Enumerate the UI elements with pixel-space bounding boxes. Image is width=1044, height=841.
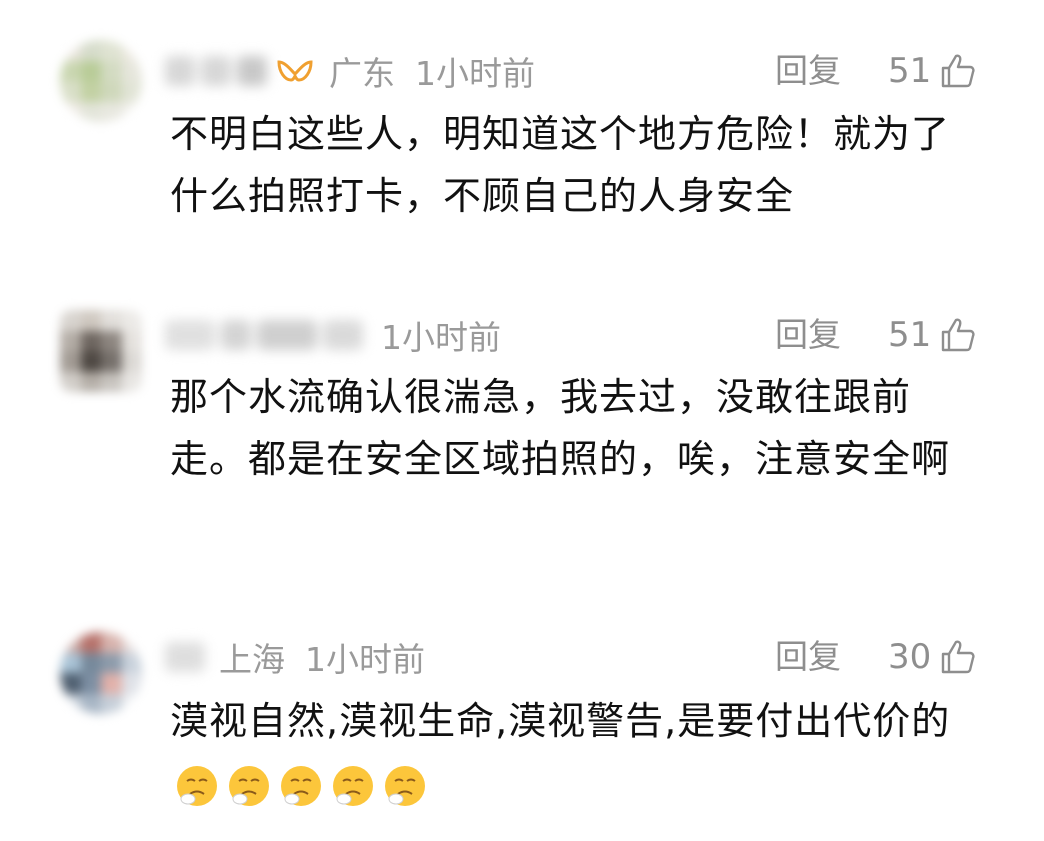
comment-location: 上海	[219, 640, 285, 679]
comment-meta: 1小时前	[165, 310, 501, 360]
comment-meta: 广东 1小时前	[165, 46, 535, 96]
thumbs-up-icon	[942, 54, 975, 88]
comment-text: 那个水流确认很湍急，我去过，没敢往跟前走。都是在安全区域拍照的，唉，注意安全啊	[170, 375, 951, 481]
sick-face-emoji-icon	[177, 765, 217, 806]
avatar[interactable]	[60, 40, 142, 122]
like-count: 30	[888, 637, 932, 677]
comment-time: 1小时前	[381, 318, 501, 357]
sick-face-emoji-icon	[385, 765, 425, 806]
comment-text: 漠视自然,漠视生命,漠视警告,是要付出代价的	[170, 690, 970, 814]
sick-face-emoji-icon	[333, 765, 373, 806]
like-count: 51	[888, 315, 932, 355]
comment-location: 广东	[329, 54, 395, 93]
sick-face-emoji-icon	[281, 765, 321, 806]
emoji-row	[174, 763, 428, 809]
comment-text-content: 漠视自然,漠视生命,漠视警告,是要付出代价的	[170, 699, 951, 743]
like-button[interactable]: 30	[888, 632, 977, 682]
reply-button[interactable]: 回复	[775, 310, 841, 360]
like-button[interactable]: 51	[888, 46, 977, 96]
avatar[interactable]	[60, 310, 142, 392]
comment-text: 不明白这些人，明知道这个地方危险！就为了什么拍照打卡，不顾自己的人身安全	[170, 112, 951, 218]
username-blurred[interactable]	[165, 56, 267, 86]
comment-time: 1小时前	[415, 54, 535, 93]
like-button[interactable]: 51	[888, 310, 977, 360]
comment-time: 1小时前	[305, 640, 425, 679]
avatar[interactable]	[60, 632, 142, 714]
sick-face-emoji-icon	[229, 765, 269, 806]
reply-button[interactable]: 回复	[775, 632, 841, 682]
username-blurred[interactable]	[165, 320, 363, 350]
thumbs-up-icon	[942, 318, 975, 352]
username-blurred[interactable]	[165, 642, 205, 672]
reply-button[interactable]: 回复	[775, 46, 841, 96]
comment-meta: 上海 1小时前	[165, 632, 425, 682]
like-count: 51	[888, 51, 932, 91]
vip-badge-icon	[277, 60, 313, 82]
thumbs-up-icon	[942, 640, 975, 674]
